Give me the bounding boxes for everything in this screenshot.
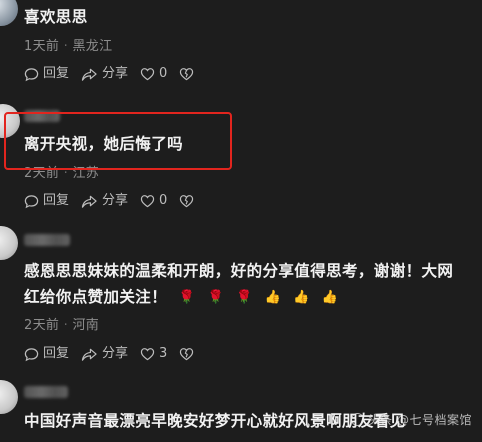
share-button[interactable]: 分享	[81, 64, 128, 84]
comment-time: 1天前	[24, 39, 60, 54]
meta-separator: ·	[63, 166, 69, 181]
share-label: 分享	[102, 346, 129, 361]
username-blurred	[24, 234, 70, 246]
comment-text-line: 红给你点赞加关注！ 🌹 🌹 🌹 👍 👍 👍	[24, 284, 474, 311]
comment-actions: 回复 分享 0	[24, 191, 210, 211]
comment-time: 2天前	[24, 166, 60, 181]
thumbs-up-emoji: 👍	[264, 289, 282, 305]
reply-label: 回复	[43, 66, 70, 81]
watermark-text: 头条 @七号档案馆	[367, 413, 472, 427]
dislike-button[interactable]	[179, 194, 198, 208]
comment-text-line: 感恩思思妹妹的温柔和开朗，好的分享值得思考，谢谢！大网	[24, 262, 454, 280]
comment-actions: 回复 分享 3	[24, 344, 210, 364]
reply-button[interactable]: 回复	[24, 64, 69, 84]
share-icon	[81, 348, 97, 361]
avatar[interactable]	[0, 0, 18, 26]
meta-separator: ·	[63, 318, 69, 333]
comment-time: 2天前	[24, 318, 60, 333]
like-count: 0	[159, 66, 168, 81]
comment-text: 喜欢思思	[24, 8, 88, 26]
comment-meta: 2天前 · 河南	[24, 314, 99, 333]
broken-heart-icon	[180, 68, 194, 81]
thumbs-up-emoji: 👍	[321, 289, 339, 305]
rose-emoji: 🌹	[178, 289, 196, 305]
watermark: 头条 @七号档案馆	[350, 411, 472, 428]
broken-heart-icon	[180, 348, 194, 361]
rose-emoji: 🌹	[207, 289, 225, 305]
avatar[interactable]	[0, 380, 18, 414]
share-icon	[81, 68, 97, 81]
reply-button[interactable]: 回复	[24, 191, 69, 211]
thumbs-up-emoji: 👍	[293, 289, 310, 305]
avatar[interactable]	[0, 104, 20, 138]
like-count: 3	[159, 346, 168, 361]
reply-icon	[24, 194, 39, 208]
username-blurred	[24, 110, 60, 122]
reply-button[interactable]: 回复	[24, 344, 69, 364]
username-blurred	[24, 386, 68, 398]
meta-separator: ·	[63, 39, 69, 54]
reply-icon	[24, 67, 39, 81]
comment-actions: 回复 分享 0	[24, 64, 210, 84]
dislike-button[interactable]	[179, 347, 198, 361]
watermark-logo-icon	[350, 413, 364, 426]
comment-meta: 2天前 · 江苏	[24, 162, 99, 181]
rose-emoji: 🌹	[236, 289, 253, 305]
heart-icon	[140, 68, 155, 81]
like-button[interactable]: 3	[140, 344, 167, 364]
comment-location: 河南	[72, 318, 100, 333]
share-icon	[81, 195, 97, 208]
comment-text: 感恩思思妹妹的温柔和开朗，好的分享值得思考，谢谢！大网 红给你点赞加关注！ 🌹 🌹…	[24, 258, 474, 311]
comment-text: 中国好声音最漂亮早晚安好梦开心就好风景啊朋友看见	[24, 412, 406, 430]
share-button[interactable]: 分享	[81, 191, 128, 211]
avatar[interactable]	[0, 226, 18, 260]
share-button[interactable]: 分享	[81, 344, 128, 364]
share-label: 分享	[102, 193, 129, 208]
like-button[interactable]: 0	[140, 64, 167, 84]
comment-text: 离开央视，她后悔了吗	[24, 135, 184, 153]
dislike-button[interactable]	[179, 67, 198, 81]
broken-heart-icon	[180, 195, 194, 208]
heart-icon	[140, 348, 155, 361]
reply-label: 回复	[43, 193, 70, 208]
comment-meta: 1天前 · 黑龙江	[24, 35, 112, 54]
share-label: 分享	[102, 66, 129, 81]
reply-icon	[24, 347, 39, 361]
comment-location: 江苏	[72, 166, 100, 181]
comment-location: 黑龙江	[72, 39, 113, 54]
like-button[interactable]: 0	[140, 191, 167, 211]
reply-label: 回复	[43, 346, 70, 361]
heart-icon	[140, 195, 155, 208]
like-count: 0	[159, 193, 168, 208]
